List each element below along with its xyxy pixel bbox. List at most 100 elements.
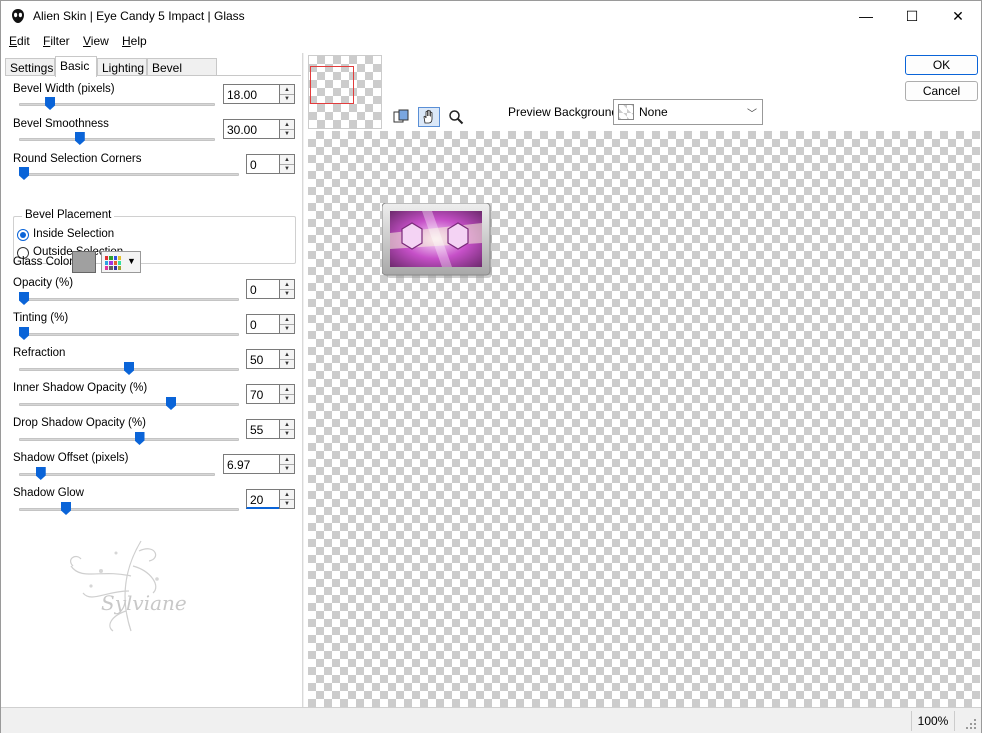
zoom-level: 100%	[911, 711, 955, 731]
drop-shadow-opacity-slider-thumb[interactable]	[134, 432, 145, 445]
shadow-offset-spin-arrows[interactable]: ▲ ▼	[279, 454, 295, 474]
spin-down-icon[interactable]: ▼	[280, 394, 294, 403]
spin-up-icon[interactable]: ▲	[280, 385, 294, 394]
inside-selection-radio[interactable]	[17, 229, 29, 241]
dropdown-arrow-icon: ▼	[127, 256, 136, 266]
round-corners-value: 0	[250, 158, 257, 172]
tab-basic[interactable]: Basic	[55, 56, 97, 77]
navigator-thumbnail[interactable]	[308, 55, 382, 129]
bevel-width-spinbox[interactable]: 18.00 ▲ ▼	[223, 84, 295, 104]
shadow-offset-slider[interactable]	[19, 473, 215, 476]
refraction-slider-thumb[interactable]	[124, 362, 134, 375]
inner-shadow-opacity-spin-arrows[interactable]: ▲ ▼	[279, 384, 295, 404]
bevel-smoothness-spinbox[interactable]: 30.00 ▲ ▼	[223, 119, 295, 139]
tinting-spinbox[interactable]: 0 ▲ ▼	[246, 314, 295, 334]
spin-down-icon[interactable]: ▼	[280, 289, 294, 298]
drop-shadow-opacity-spinbox[interactable]: 55 ▲ ▼	[246, 419, 295, 439]
opacity-slider-thumb[interactable]	[19, 292, 29, 305]
bevel-width-spin-arrows[interactable]: ▲ ▼	[279, 84, 295, 104]
glass-color-picker-dropdown[interactable]: ▼	[101, 251, 141, 273]
ok-button[interactable]: OK	[905, 55, 978, 75]
spin-down-icon[interactable]: ▼	[280, 429, 294, 438]
sylviane-watermark	[70, 540, 159, 632]
cancel-button[interactable]: Cancel	[905, 81, 978, 101]
tab-bevel-profile[interactable]: Bevel Profile	[147, 58, 217, 89]
shadow-offset-value: 6.97	[227, 458, 251, 472]
preview-canvas[interactable]	[308, 131, 980, 707]
spin-up-icon[interactable]: ▲	[280, 315, 294, 324]
spin-down-icon[interactable]: ▼	[280, 324, 294, 333]
inner-shadow-opacity-value: 70	[250, 388, 264, 402]
bevel-smoothness-slider[interactable]	[19, 138, 215, 141]
drop-shadow-opacity-spin-arrows[interactable]: ▲ ▼	[279, 419, 295, 439]
tab-settings[interactable]: Settings	[5, 58, 55, 76]
opacity-spin-arrows[interactable]: ▲ ▼	[279, 279, 295, 299]
inner-shadow-opacity-slider-thumb[interactable]	[166, 397, 176, 410]
zoom-tool-button[interactable]	[445, 107, 467, 127]
menu-help[interactable]: Help	[122, 34, 147, 48]
hand-tool-button[interactable]	[418, 107, 440, 127]
resize-grip-icon[interactable]	[965, 718, 977, 730]
shadow-glow-slider-thumb[interactable]	[61, 502, 71, 515]
spin-down-icon[interactable]: ▼	[280, 164, 294, 173]
shadow-offset-spinbox[interactable]: 6.97 ▲ ▼	[223, 454, 295, 474]
shadow-offset-slider-thumb[interactable]	[35, 467, 46, 480]
refraction-spin-arrows[interactable]: ▲ ▼	[279, 349, 295, 369]
title-bar[interactable]: Alien Skin | Eye Candy 5 Impact | Glass …	[1, 1, 981, 31]
preview-area: Preview Background: None ﹀ OK Cancel	[304, 53, 981, 707]
drop-shadow-opacity-slider[interactable]	[19, 438, 239, 441]
tinting-slider[interactable]	[19, 333, 239, 336]
menu-filter[interactable]: Filter	[43, 34, 70, 48]
opacity-slider[interactable]	[19, 298, 239, 301]
shadow-offset-label: Shadow Offset (pixels)	[13, 452, 129, 464]
navigator-view-rect[interactable]	[310, 66, 354, 104]
glass-color-swatch[interactable]	[72, 251, 96, 273]
close-window-button[interactable]: ✕	[935, 1, 981, 31]
inner-shadow-opacity-spinbox[interactable]: 70 ▲ ▼	[246, 384, 295, 404]
spin-down-icon[interactable]: ▼	[280, 129, 294, 138]
spin-down-icon[interactable]: ▼	[280, 464, 294, 473]
menu-view[interactable]: View	[83, 34, 109, 48]
watermark-signature: Sylviane	[101, 591, 187, 615]
shadow-glow-slider[interactable]	[19, 508, 239, 511]
round-corners-spin-arrows[interactable]: ▲ ▼	[279, 154, 295, 174]
round-corners-spinbox[interactable]: 0 ▲ ▼	[246, 154, 295, 174]
spin-up-icon[interactable]: ▲	[280, 85, 294, 94]
bevel-smoothness-spin-arrows[interactable]: ▲ ▼	[279, 119, 295, 139]
preview-compare-button[interactable]	[390, 107, 412, 127]
hand-icon	[423, 109, 433, 124]
spin-up-icon[interactable]: ▲	[280, 350, 294, 359]
spin-up-icon[interactable]: ▲	[280, 490, 294, 499]
spin-up-icon[interactable]: ▲	[280, 280, 294, 289]
spin-down-icon[interactable]: ▼	[280, 94, 294, 103]
drop-shadow-opacity-value: 55	[250, 423, 264, 437]
minimize-button[interactable]: —	[843, 1, 889, 31]
refraction-spinbox[interactable]: 50 ▲ ▼	[246, 349, 295, 369]
shadow-glow-spin-arrows[interactable]: ▲ ▼	[279, 489, 295, 509]
tab-lighting[interactable]: Lighting	[97, 58, 147, 76]
maximize-button[interactable]: ☐	[889, 1, 935, 31]
bevel-width-slider-thumb[interactable]	[45, 97, 56, 110]
spin-down-icon[interactable]: ▼	[280, 499, 294, 508]
inside-selection-label[interactable]: Inside Selection	[33, 228, 114, 240]
bevel-smoothness-slider-thumb[interactable]	[74, 132, 85, 145]
opacity-value: 0	[250, 283, 257, 297]
spin-down-icon[interactable]: ▼	[280, 359, 294, 368]
preview-background-select[interactable]: None ﹀	[613, 99, 763, 125]
opacity-spinbox[interactable]: 0 ▲ ▼	[246, 279, 295, 299]
spin-up-icon[interactable]: ▲	[280, 155, 294, 164]
round-corners-slider-thumb[interactable]	[19, 167, 29, 180]
color-palette-icon	[105, 256, 121, 270]
round-corners-slider[interactable]	[19, 173, 239, 176]
inner-shadow-opacity-slider[interactable]	[19, 403, 239, 406]
tinting-value: 0	[250, 318, 257, 332]
menu-edit[interactable]: Edit	[9, 34, 30, 48]
spin-up-icon[interactable]: ▲	[280, 420, 294, 429]
compare-icon	[393, 109, 409, 123]
shadow-glow-spinbox[interactable]: 20 ▲ ▼	[246, 489, 295, 509]
tinting-spin-arrows[interactable]: ▲ ▼	[279, 314, 295, 334]
tinting-slider-thumb[interactable]	[19, 327, 29, 340]
chevron-down-icon: ﹀	[747, 109, 757, 120]
spin-up-icon[interactable]: ▲	[280, 120, 294, 129]
spin-up-icon[interactable]: ▲	[280, 455, 294, 464]
